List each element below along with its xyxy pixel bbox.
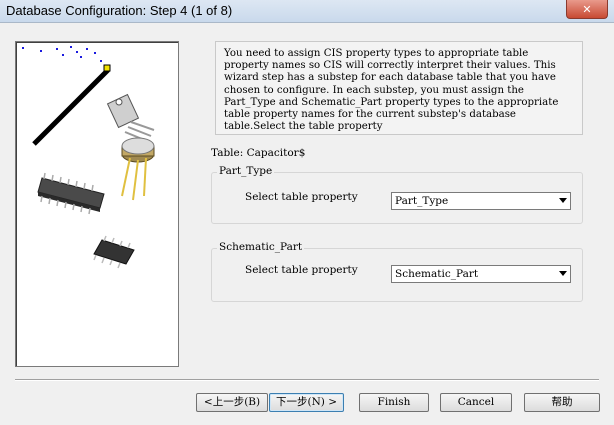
window-title: Database Configuration: Step 4 (1 of 8): [6, 3, 233, 18]
help-button[interactable]: 帮助: [524, 393, 600, 412]
can-transistor-icon: [121, 137, 155, 201]
instruction-text: You need to assign CIS property types to…: [224, 48, 559, 133]
dip-chip-icon: [37, 172, 105, 215]
chevron-down-icon: [559, 271, 567, 276]
instruction-text-box: You need to assign CIS property types to…: [215, 41, 583, 135]
part-type-legend: Part_Type: [217, 165, 275, 177]
title-bar: Database Configuration: Step 4 (1 of 8) …: [0, 0, 614, 23]
schematic-part-select[interactable]: Schematic_Part: [391, 265, 571, 283]
part-type-prompt: Select table property: [245, 191, 358, 203]
schematic-part-legend: Schematic_Part: [217, 241, 305, 253]
cancel-button[interactable]: Cancel: [440, 393, 512, 412]
schematic-part-selected-value: Schematic_Part: [395, 268, 479, 280]
part-type-select[interactable]: Part_Type: [391, 192, 571, 210]
back-button[interactable]: <上一步(B): [196, 393, 268, 412]
finish-button[interactable]: Finish: [359, 393, 429, 412]
chevron-down-icon: [559, 198, 567, 203]
transistor-icon: [106, 93, 155, 142]
smd-chip-icon: [93, 235, 135, 269]
part-type-selected-value: Part_Type: [395, 195, 449, 207]
magic-wand-components-icon: [22, 46, 155, 269]
next-button[interactable]: 下一步(N) >: [269, 393, 344, 412]
footer-separator: [15, 379, 599, 381]
close-icon: ✕: [582, 2, 592, 16]
wizard-illustration: [15, 41, 179, 367]
table-label: Table: Capacitor$: [211, 147, 306, 159]
schematic-part-prompt: Select table property: [245, 264, 358, 276]
close-button[interactable]: ✕: [566, 0, 608, 19]
